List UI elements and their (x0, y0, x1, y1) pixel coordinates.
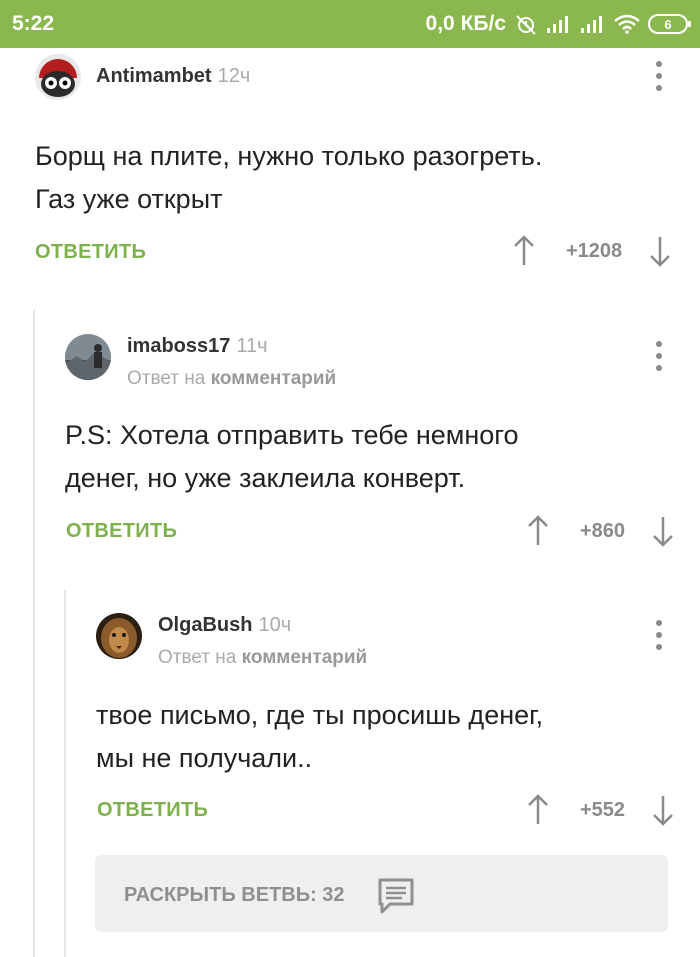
comment-author[interactable]: OlgaBush 10ч (158, 614, 291, 637)
upvote-arrow-icon[interactable] (526, 794, 550, 826)
status-icons: 0,0 КБ/с 6 (425, 11, 691, 37)
comment-score: +552 (580, 798, 626, 821)
more-options-icon[interactable] (654, 61, 664, 91)
author-name[interactable]: imaboss17 (127, 335, 230, 357)
upvote-arrow-icon[interactable] (512, 235, 536, 267)
avatar[interactable] (96, 613, 142, 659)
downvote-arrow-icon[interactable] (651, 794, 675, 826)
status-bar: 5:22 0,0 КБ/с 6 (0, 0, 700, 48)
expand-branch-button[interactable]: РАСКРЫТЬ ВЕТВЬ: 32 (95, 855, 668, 932)
more-options-icon[interactable] (654, 620, 664, 650)
downvote-arrow-icon[interactable] (651, 515, 675, 547)
reply-prefix: Ответ на (158, 647, 237, 668)
expand-branch-label: РАСКРЫТЬ ВЕТВЬ: 32 (124, 884, 345, 906)
downvote-arrow-icon[interactable] (648, 235, 672, 267)
reply-prefix: Ответ на (127, 368, 206, 389)
reply-to-line: Ответ на комментарий (127, 368, 336, 390)
thread-line (33, 310, 35, 957)
more-options-icon[interactable] (654, 341, 664, 371)
comment-text-line: твое письмо, где ты просишь денег, (96, 700, 544, 730)
comment-time: 10ч (258, 614, 292, 636)
reply-button[interactable]: ОТВЕТИТЬ (66, 520, 177, 543)
signal-icon (547, 16, 568, 33)
comment-text-line: Борщ на плите, нужно только разогреть. (35, 141, 543, 171)
vote-controls: +1208 (512, 235, 672, 267)
comment-text-line: денег, но уже заклеила конверт. (65, 463, 466, 493)
avatar[interactable] (35, 54, 81, 100)
reply-button[interactable]: ОТВЕТИТЬ (35, 241, 146, 264)
alarm-off-icon (516, 15, 536, 35)
comment-author[interactable]: imaboss17 11ч (127, 335, 268, 358)
comment-text: твое письмо, где ты просишь денег, мы не… (96, 694, 543, 780)
comment-text: Борщ на плите, нужно только разогреть. Г… (35, 135, 542, 221)
comment-icon (378, 878, 414, 914)
reply-target-link[interactable]: комментарий (211, 368, 337, 389)
reply-target-link[interactable]: комментарий (242, 647, 368, 668)
comment-score: +860 (580, 519, 626, 542)
comment-text-line: Газ уже открыт (35, 184, 223, 214)
comment-text-line: P.S: Хотела отправить тебе немного (65, 420, 519, 450)
comment-text: P.S: Хотела отправить тебе немного денег… (65, 414, 519, 500)
comment-time: 12ч (217, 65, 251, 87)
comment-author[interactable]: Antimambet 12ч (96, 65, 250, 88)
status-time: 5:22 (12, 12, 55, 35)
network-speed: 0,0 КБ/с (425, 12, 506, 35)
wifi-icon (614, 14, 640, 34)
author-name[interactable]: OlgaBush (158, 614, 252, 636)
reply-button[interactable]: ОТВЕТИТЬ (97, 799, 208, 822)
battery-level: 6 (664, 16, 672, 32)
avatar[interactable] (65, 334, 111, 380)
battery-icon: 6 (648, 14, 691, 34)
comment-text-line: мы не получали.. (96, 743, 313, 773)
author-name[interactable]: Antimambet (96, 65, 212, 87)
reply-to-line: Ответ на комментарий (158, 647, 367, 669)
thread-line (64, 590, 66, 957)
comment-time: 11ч (236, 335, 268, 357)
comment-score: +1208 (566, 239, 623, 262)
vote-controls: +552 (526, 794, 675, 826)
vote-controls: +860 (526, 515, 675, 547)
signal-icon (581, 16, 602, 33)
upvote-arrow-icon[interactable] (526, 515, 550, 547)
